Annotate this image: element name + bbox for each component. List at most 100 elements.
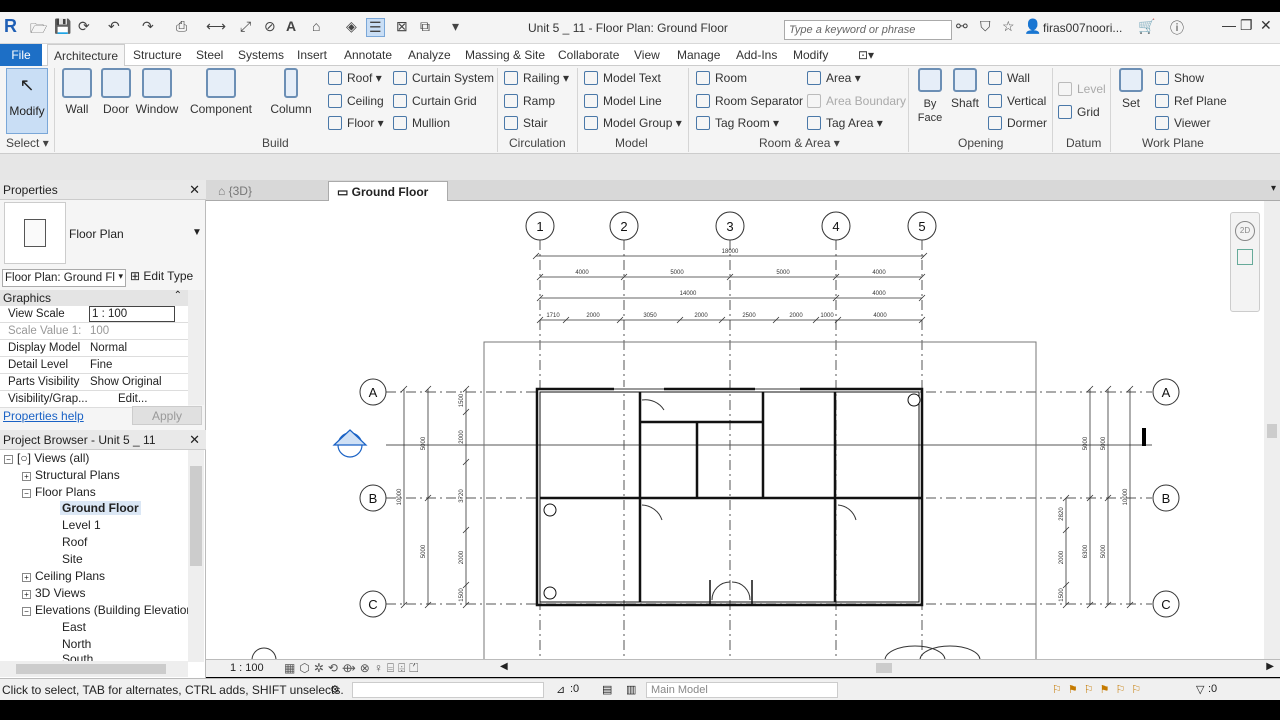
- edit-type-button[interactable]: ⊞ Edit Type: [130, 269, 193, 283]
- tag-icon[interactable]: ⊘: [264, 18, 276, 35]
- tree-level-1[interactable]: Level 1: [62, 518, 101, 532]
- close-icon[interactable]: ✕: [189, 432, 200, 448]
- tree-structural-plans[interactable]: + Structural Plans: [22, 468, 120, 482]
- tab-file[interactable]: File: [0, 44, 42, 66]
- opening-panel-label[interactable]: Opening: [958, 136, 1003, 150]
- subscription-icon[interactable]: ⛉: [980, 18, 991, 35]
- tab-structure[interactable]: Structure: [133, 44, 182, 66]
- tree-north[interactable]: North: [62, 637, 91, 651]
- binoculars-icon[interactable]: ⚯: [956, 18, 968, 35]
- text-icon[interactable]: A: [286, 18, 296, 34]
- close-hidden-icon[interactable]: ⊠: [396, 18, 408, 35]
- help-icon[interactable]: ⓘ: [1170, 18, 1184, 38]
- tab-annotate[interactable]: Annotate: [344, 44, 392, 66]
- railing-button[interactable]: Railing ▾: [504, 71, 569, 85]
- main-model-icon[interactable]: ▥: [626, 683, 636, 696]
- by-face-button[interactable]: By Face: [912, 68, 948, 124]
- tree-roof[interactable]: Roof: [62, 535, 87, 549]
- minimize-button[interactable]: —: [1222, 17, 1236, 33]
- instance-filter[interactable]: Floor Plan: Ground Fl ▾: [2, 269, 126, 287]
- hscroll-right-icon[interactable]: ▶: [1266, 661, 1274, 672]
- print-icon[interactable]: ⎙: [176, 18, 187, 35]
- tag-area-button[interactable]: Tag Area ▾: [807, 116, 883, 130]
- type-selector[interactable]: Floor Plan: [69, 227, 124, 241]
- measure-icon[interactable]: ⟷: [206, 18, 226, 35]
- roof-button[interactable]: Roof ▾: [328, 71, 382, 85]
- hscroll-left-icon[interactable]: ◀: [500, 661, 508, 672]
- canvas-vscrollbar[interactable]: [1264, 201, 1280, 659]
- model-text-button[interactable]: Model Text: [584, 71, 661, 85]
- worksets-icon[interactable]: ⚙: [330, 683, 340, 696]
- design-options-icon[interactable]: ▤: [602, 683, 612, 696]
- sync-icon[interactable]: ⟳: [78, 18, 90, 35]
- stair-button[interactable]: Stair: [504, 116, 548, 130]
- tab-view[interactable]: View: [634, 44, 660, 66]
- tree-east[interactable]: East: [62, 620, 86, 634]
- tree-ceiling-plans[interactable]: + Ceiling Plans: [22, 569, 105, 583]
- shaft-button[interactable]: Shaft: [948, 68, 982, 110]
- section-icon[interactable]: ◈: [346, 18, 357, 35]
- user-icon[interactable]: 👤: [1024, 18, 1041, 35]
- type-dropdown-icon[interactable]: ▼: [192, 227, 202, 238]
- build-panel-label[interactable]: Build: [262, 136, 289, 150]
- room-button[interactable]: Room: [696, 71, 747, 85]
- curtain-system-button[interactable]: Curtain System: [393, 71, 494, 85]
- navigation-bar[interactable]: 2D: [1230, 212, 1260, 312]
- hscroll-thumb[interactable]: [876, 663, 892, 673]
- model-line-button[interactable]: Model Line: [584, 94, 662, 108]
- tabs-menu-icon[interactable]: ▾: [1271, 183, 1276, 194]
- ramp-button[interactable]: Ramp: [504, 94, 555, 108]
- redo-icon[interactable]: ↷: [142, 18, 154, 35]
- wall-button[interactable]: Wall: [60, 68, 94, 116]
- view-tab-3d[interactable]: ⌂ {3D}: [210, 181, 260, 201]
- search-input[interactable]: Type a keyword or phrase: [784, 20, 952, 40]
- curtain-grid-button[interactable]: Curtain Grid: [393, 94, 477, 108]
- dimension-icon[interactable]: ⤢: [240, 18, 251, 35]
- dormer-button[interactable]: Dormer: [988, 116, 1047, 130]
- main-model-dropdown[interactable]: Main Model: [646, 682, 838, 698]
- browser-scrollbar[interactable]: [188, 450, 204, 662]
- vertical-opening-button[interactable]: Vertical: [988, 94, 1046, 108]
- thin-lines-icon[interactable]: ☰: [366, 18, 385, 37]
- tree-south[interactable]: South: [62, 652, 93, 661]
- ceiling-button[interactable]: Ceiling: [328, 94, 384, 108]
- restore-button[interactable]: ❐: [1240, 17, 1253, 34]
- tab-insert[interactable]: Insert: [297, 44, 327, 66]
- cart-icon[interactable]: 🛒: [1138, 18, 1155, 35]
- tab-modify[interactable]: Modify: [793, 44, 828, 66]
- favorites-icon[interactable]: ☆: [1002, 18, 1015, 35]
- room-area-panel-label[interactable]: Room & Area ▾: [759, 136, 840, 150]
- tab-architecture[interactable]: Architecture: [47, 44, 126, 66]
- select-panel-label[interactable]: Select ▾: [6, 136, 49, 150]
- app-logo[interactable]: R: [4, 16, 17, 37]
- tab-systems[interactable]: Systems: [238, 44, 284, 66]
- apply-button[interactable]: Apply: [132, 406, 202, 425]
- filter-icon[interactable]: ▽: [1196, 683, 1204, 696]
- tree-ground-floor[interactable]: Ground Floor: [60, 501, 141, 515]
- set-button[interactable]: Set: [1116, 68, 1146, 110]
- floor-plan-drawing[interactable]: 1 2 3 4 5 A A B B C C 18000 4000 5000 5000 4000 14000 40…: [206, 201, 1264, 659]
- model-panel-label[interactable]: Model: [615, 136, 648, 150]
- room-separator-button[interactable]: Room Separator: [696, 94, 803, 108]
- prop-view-scale[interactable]: View Scale 1 : 100: [0, 306, 188, 323]
- close-icon[interactable]: ✕: [189, 182, 200, 198]
- undo-icon[interactable]: ↶: [108, 18, 120, 35]
- tree-floor-plans[interactable]: − Floor Plans: [22, 485, 96, 499]
- qat-dropdown-icon[interactable]: ▾: [452, 18, 459, 35]
- save-icon[interactable]: 💾: [54, 18, 71, 35]
- grid-button[interactable]: Grid: [1058, 105, 1100, 119]
- tab-add-ins[interactable]: Add-Ins: [736, 44, 777, 66]
- selection-options-icons[interactable]: ⚐⚑⚐⚑⚐⚐: [1052, 683, 1147, 696]
- properties-help-link[interactable]: Properties help: [3, 409, 84, 423]
- graphics-section[interactable]: Graphics ⌃: [0, 290, 188, 306]
- tree-3d-views[interactable]: +3D Views: [22, 586, 85, 600]
- tab-manage[interactable]: Manage: [677, 44, 720, 66]
- tab-collaborate[interactable]: Collaborate: [558, 44, 619, 66]
- view-scale-selector[interactable]: 1 : 100: [230, 662, 264, 674]
- window-button[interactable]: Window: [134, 68, 180, 116]
- prop-detail-level[interactable]: Detail Level Fine: [0, 357, 188, 374]
- mullion-button[interactable]: Mullion: [393, 116, 450, 130]
- work-plane-panel-label[interactable]: Work Plane: [1142, 136, 1204, 150]
- tab-analyze[interactable]: Analyze: [408, 44, 451, 66]
- viewer-button[interactable]: Viewer: [1155, 116, 1210, 130]
